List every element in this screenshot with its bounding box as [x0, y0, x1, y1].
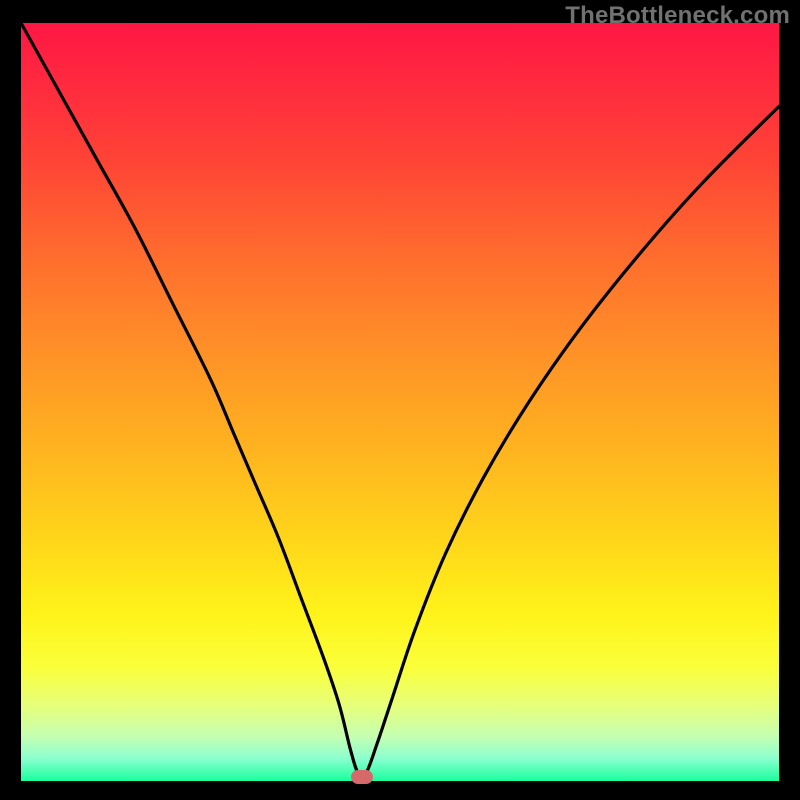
- plot-area: [21, 23, 779, 781]
- optimal-marker: [351, 770, 373, 784]
- chart-frame: TheBottleneck.com: [0, 0, 800, 800]
- watermark-text: TheBottleneck.com: [565, 2, 790, 30]
- bottleneck-curve: [21, 23, 779, 781]
